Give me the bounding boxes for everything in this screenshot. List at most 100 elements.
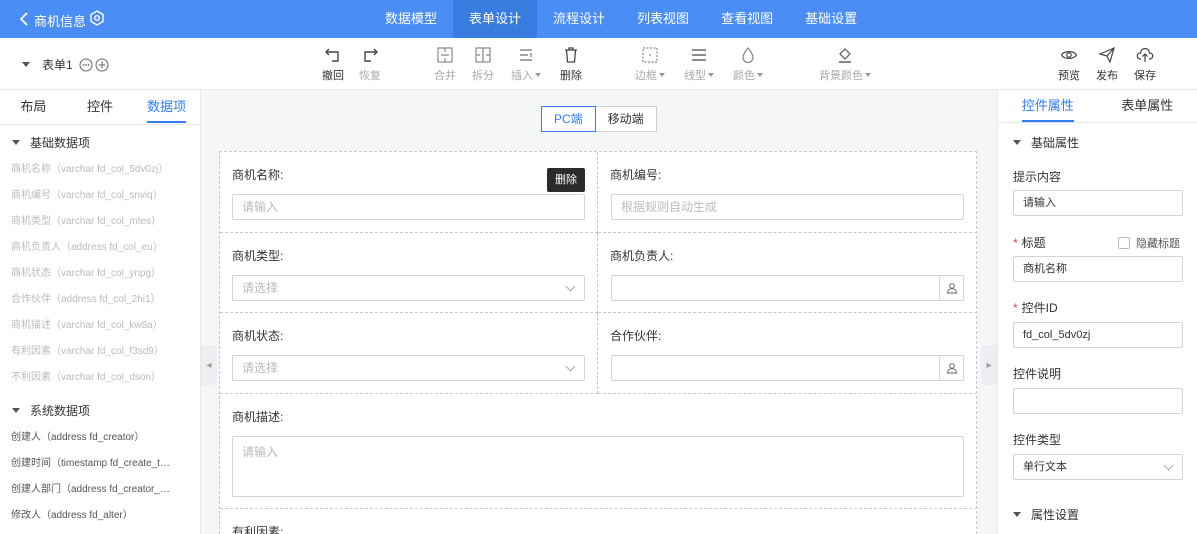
delete-button[interactable]: 删除 (551, 46, 591, 83)
hint-input[interactable]: 请输入 (1013, 190, 1183, 216)
system-data-group[interactable]: 系统数据项 (0, 395, 200, 425)
user-icon (946, 363, 957, 374)
insert-button[interactable]: 插入 (506, 46, 546, 83)
top-bar: 商机信息 数据模型 表单设计 流程设计 列表视图 查看视图 基础设置 (0, 0, 1197, 38)
caret-down-icon (12, 407, 20, 413)
form-cell[interactable]: 商机名称: 请输入 (220, 152, 598, 233)
control-id-input[interactable]: fd_col_5dv0zj (1013, 322, 1183, 348)
collapse-left-handle[interactable]: ◂ (201, 345, 217, 385)
business-name-input[interactable]: 请输入 (232, 194, 585, 220)
tab-basic-settings[interactable]: 基础设置 (789, 0, 873, 38)
form-cell[interactable]: 有利因素: (220, 509, 977, 534)
publish-label: 发布 (1096, 70, 1118, 82)
delete-field-tooltip[interactable]: 删除 (547, 168, 585, 192)
caret-down-icon (22, 62, 30, 67)
data-item[interactable]: 合作伙伴（address fd_col_2hi1） (0, 287, 170, 313)
partner-input[interactable] (611, 355, 964, 381)
business-type-select[interactable]: 请选择 (232, 275, 585, 301)
add-circle-icon[interactable] (95, 58, 109, 72)
business-status-select[interactable]: 请选择 (232, 355, 585, 381)
basic-props-group[interactable]: 基础属性 (1013, 134, 1079, 151)
data-item[interactable]: 商机名称（varchar fd_col_5dv0zj） (0, 157, 170, 183)
delete-label: 删除 (560, 70, 582, 82)
form-cell[interactable]: 商机描述: 请输入 (220, 394, 977, 509)
field-label: 商机负责人: (610, 249, 674, 263)
gear-icon[interactable] (89, 10, 105, 26)
business-desc-textarea[interactable]: 请输入 (232, 436, 964, 497)
preview-button[interactable]: 预览 (1049, 46, 1089, 83)
field-label: 合作伙伴: (610, 329, 662, 343)
toolbar: 表单1 撤回 恢复 合并 拆分 插入 删除 边框 线型 颜色 背景颜色 预览 发… (0, 38, 1197, 90)
more-icon[interactable] (79, 58, 93, 72)
field-label: 有利因素: (232, 525, 284, 534)
hide-title-checkbox[interactable]: 隐藏标题 (1118, 235, 1180, 251)
eye-icon (1060, 51, 1078, 59)
tab-control-props[interactable]: 控件属性 (998, 90, 1098, 122)
insert-icon (520, 49, 532, 61)
split-label: 拆分 (472, 70, 494, 82)
paint-bucket-icon (839, 48, 851, 63)
form-table: 商机名称: 请输入 商机编号: 根据规则自动生成 商机类型: 请选择 商机负责人… (219, 151, 977, 534)
tab-data-model[interactable]: 数据模型 (369, 0, 453, 38)
tab-detail-view[interactable]: 查看视图 (705, 0, 789, 38)
color-button[interactable]: 颜色 (728, 46, 768, 83)
field-label: 商机名称: (232, 168, 284, 182)
line-type-button[interactable]: 线型 (679, 46, 719, 83)
data-item[interactable]: 不利因素（varchar fd_col_dson） (0, 365, 170, 391)
control-desc-input[interactable] (1013, 388, 1183, 414)
data-item[interactable]: 商机状态（varchar fd_col_ynpg） (0, 261, 170, 287)
data-item[interactable]: 修改人（address fd_alter） (0, 503, 170, 529)
data-item[interactable]: 创建人（address fd_creator） (0, 425, 170, 451)
mobile-view-button[interactable]: 移动端 (595, 106, 657, 132)
tab-controls[interactable]: 控件 (67, 90, 134, 124)
tab-layout[interactable]: 布局 (0, 90, 67, 124)
form-cell[interactable]: 商机状态: 请选择 (220, 313, 598, 394)
right-tabs: 控件属性 表单属性 (998, 90, 1197, 123)
data-item[interactable]: 创建时间（timestamp fd_create_time） (0, 451, 170, 477)
undo-button[interactable]: 撤回 (313, 46, 353, 83)
data-item[interactable]: 商机描述（varchar fd_col_kw8a） (0, 313, 170, 339)
tab-list-view[interactable]: 列表视图 (621, 0, 705, 38)
tab-form-design[interactable]: 表单设计 (453, 0, 538, 38)
tab-form-props[interactable]: 表单属性 (1098, 90, 1197, 122)
preview-label: 预览 (1058, 70, 1080, 82)
border-button[interactable]: 边框 (630, 46, 670, 83)
color-label: 颜色 (733, 67, 763, 83)
form-cell[interactable]: 商机编号: 根据规则自动生成 (598, 152, 977, 233)
device-switch: PC端 移动端 (541, 106, 657, 132)
data-item[interactable]: 商机类型（varchar fd_col_mtes） (0, 209, 170, 235)
pc-view-button[interactable]: PC端 (541, 106, 596, 132)
business-owner-input[interactable] (611, 275, 964, 301)
user-picker-button[interactable] (939, 356, 963, 380)
tab-data-items[interactable]: 数据项 (133, 90, 200, 124)
split-icon (475, 47, 491, 63)
attr-settings-group[interactable]: 属性设置 (1013, 506, 1079, 523)
form-cell[interactable]: 商机负责人: (598, 233, 977, 313)
left-tabs: 布局 控件 数据项 (0, 90, 200, 125)
form-cell[interactable]: 合作伙伴: (598, 313, 977, 394)
data-item[interactable]: 商机负责人（address fd_col_eu） (0, 235, 170, 261)
collapse-right-handle[interactable]: ▸ (981, 345, 997, 385)
form-cell[interactable]: 商机类型: 请选择 (220, 233, 598, 313)
field-label: 商机类型: (232, 249, 284, 263)
save-button[interactable]: 保存 (1125, 46, 1165, 83)
redo-button[interactable]: 恢复 (350, 46, 390, 83)
basic-data-group[interactable]: 基础数据项 (0, 127, 200, 157)
bg-color-button[interactable]: 背景颜色 (818, 46, 872, 83)
data-item[interactable]: 创建人部门（address fd_creator_dept） (0, 477, 170, 503)
form-selector[interactable]: 表单1 (22, 56, 109, 73)
back-arrow-icon[interactable] (14, 9, 34, 29)
left-panel: 布局 控件 数据项 基础数据项 商机名称（varchar fd_col_5dv0… (0, 90, 201, 534)
publish-button[interactable]: 发布 (1087, 46, 1127, 83)
split-button[interactable]: 拆分 (463, 46, 503, 83)
tab-flow-design[interactable]: 流程设计 (537, 0, 621, 38)
business-code-input[interactable]: 根据规则自动生成 (611, 194, 964, 220)
control-desc-label: 控件说明 (1013, 367, 1062, 381)
title-input[interactable]: 商机名称 (1013, 256, 1183, 282)
merge-button[interactable]: 合并 (425, 46, 465, 83)
control-type-select[interactable]: 单行文本 (1013, 454, 1183, 480)
right-panel: 控件属性 表单属性 基础属性 提示内容 请输入 * 标题 隐藏标题 商机名称 * 控… (997, 90, 1197, 534)
data-item[interactable]: 商机编号（varchar fd_col_snviq） (0, 183, 170, 209)
user-picker-button[interactable] (939, 276, 963, 300)
data-item[interactable]: 有利因素（varchar fd_col_f3sd9） (0, 339, 170, 365)
